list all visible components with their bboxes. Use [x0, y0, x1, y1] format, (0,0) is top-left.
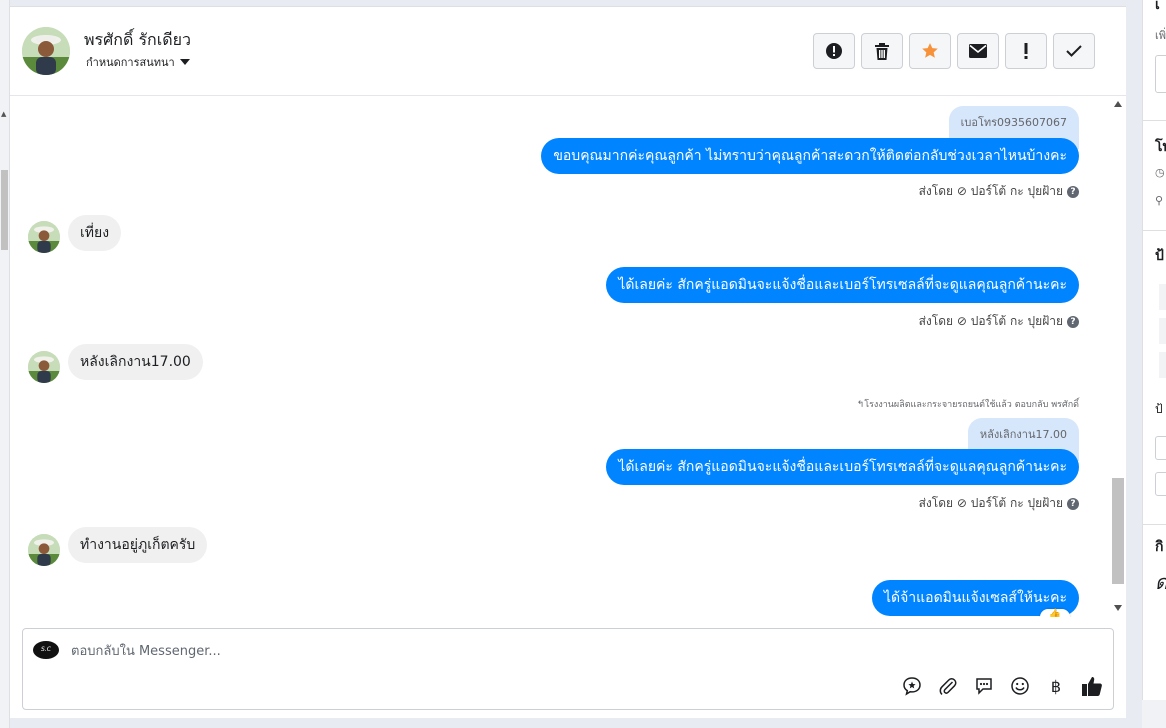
exclamation-icon: [1024, 43, 1028, 59]
star-icon: [922, 43, 938, 58]
scroll-up-icon[interactable]: ▲: [1, 110, 6, 118]
panel-section-title: กิ: [1155, 539, 1164, 555]
sent-by-text: ส่งโดย ⊘ ปอร์โต้ กะ ปุยฝ้าย: [918, 184, 1063, 198]
paperclip-icon: [939, 678, 957, 695]
outgoing-message[interactable]: ได้เลยค่ะ สักครู่แอดมินจะแจ้งชื่อและเบอร…: [606, 267, 1079, 303]
help-icon[interactable]: ?: [1067, 315, 1079, 328]
trash-icon: [875, 42, 889, 60]
saved-reply-icon: [903, 677, 921, 696]
message-list: เบอโทร0935607067 ขอบคุณมากค่ะคุณลูกค้า ไ…: [10, 97, 1110, 617]
reaction-thumbs-up-icon[interactable]: 👍: [1040, 609, 1070, 617]
panel-placeholder-row: [1159, 352, 1166, 378]
message-scrollbar[interactable]: [1110, 97, 1126, 617]
sent-by-label: ส่งโดย ⊘ ปอร์โต้ กะ ปุยฝ้าย ?: [919, 312, 1079, 331]
location-pin-icon: ⚲: [1155, 194, 1164, 207]
assign-conversation-dropdown[interactable]: กำหนดการสนทนา: [86, 53, 190, 71]
attach-file-button[interactable]: [937, 675, 959, 697]
emoji-icon: [1011, 677, 1029, 695]
payment-button[interactable]: ฿: [1045, 675, 1067, 697]
thumbs-up-icon: [1082, 677, 1102, 696]
help-icon[interactable]: ?: [1067, 497, 1079, 510]
panel-section-title: ป้: [1155, 248, 1164, 264]
incoming-message[interactable]: เที่ยง: [68, 215, 122, 251]
incoming-message[interactable]: ทำงานอยู่ภูเก็ตครับ: [68, 527, 208, 563]
envelope-icon: [969, 44, 987, 58]
chat-bubble-icon: [976, 678, 992, 695]
conversation-panel: พรศักดิ์ รักเดียว กำหนดการสนทนา เบอโทร09…: [10, 6, 1126, 718]
report-spam-button[interactable]: [813, 33, 855, 69]
panel-label: เพิ่: [1155, 29, 1166, 42]
contact-name: พรศักดิ์ รักเดียว: [84, 30, 191, 49]
panel-label: ป้: [1155, 402, 1163, 416]
composer-toolbar: ฿: [901, 675, 1103, 697]
star-button[interactable]: [909, 33, 951, 69]
sent-by-text: ส่งโดย ⊘ ปอร์โต้ กะ ปุยฝ้าย: [918, 496, 1063, 510]
sent-by-text: ส่งโดย ⊘ ปอร์โต้ กะ ปุยฝ้าย: [918, 314, 1063, 328]
like-button[interactable]: [1081, 675, 1103, 697]
scroll-down-arrow-icon[interactable]: [1114, 605, 1122, 611]
panel-placeholder-row: [1159, 318, 1166, 344]
emoji-button[interactable]: [1009, 675, 1031, 697]
panel-divider: [1143, 120, 1166, 121]
delete-button[interactable]: [861, 33, 903, 69]
contact-avatar-small: [28, 351, 60, 383]
conversation-toolbar: [813, 33, 1095, 69]
panel-divider: [1143, 230, 1166, 231]
mark-done-button[interactable]: [1053, 33, 1095, 69]
follow-up-button[interactable]: [1005, 33, 1047, 69]
panel-section-title: โท: [1155, 139, 1166, 155]
mark-unread-button[interactable]: [957, 33, 999, 69]
check-icon: [1066, 45, 1082, 57]
help-icon[interactable]: ?: [1067, 185, 1079, 198]
left-sidebar-strip: ▲: [0, 0, 10, 728]
reply-input[interactable]: [71, 641, 871, 661]
panel-section-title: เ: [1155, 0, 1160, 13]
outgoing-message[interactable]: ได้เลยค่ะ สักครู่แอดมินจะแจ้งชื่อและเบอร…: [606, 449, 1079, 485]
contact-avatar-small: [28, 534, 60, 566]
left-scrollbar-thumb[interactable]: [1, 170, 8, 250]
reply-composer: S.C ฿: [22, 628, 1114, 710]
assign-conversation-label: กำหนดการสนทนา: [86, 56, 175, 69]
conversation-header: พรศักดิ์ รักเดียว กำหนดการสนทนา: [10, 7, 1126, 96]
saved-replies-button[interactable]: [901, 675, 923, 697]
quick-reply-button[interactable]: [973, 675, 995, 697]
panel-input[interactable]: [1155, 472, 1166, 496]
caret-down-icon: [179, 59, 190, 65]
outgoing-message[interactable]: ขอบคุณมากค่ะคุณลูกค้า ไม่ทราบว่าคุณลูกค้…: [541, 138, 1079, 174]
contact-avatar-small: [28, 221, 60, 253]
scroll-up-arrow-icon[interactable]: [1114, 101, 1122, 107]
page-logo-icon: S.C: [33, 641, 59, 659]
clock-icon: ◷: [1155, 166, 1165, 179]
alert-circle-icon: [826, 43, 842, 59]
right-panel-scrollbar[interactable]: [1142, 700, 1166, 728]
reply-note: ↰โรงงานผลิตและกระจายรถยนต์ใช้แล้ว ตอบกลั…: [856, 400, 1079, 410]
panel-input[interactable]: [1155, 55, 1166, 93]
sent-by-label: ส่งโดย ⊘ ปอร์โต้ กะ ปุยฝ้าย ?: [919, 182, 1079, 201]
baht-icon: ฿: [1050, 676, 1062, 696]
panel-placeholder-row: [1159, 284, 1166, 310]
panel-input[interactable]: [1155, 436, 1166, 460]
contact-avatar[interactable]: [22, 27, 70, 75]
right-info-panel: เ เพิ่ โท ◷ ⚲ ป้ ป้ กิ ด: [1142, 0, 1166, 700]
sent-by-label: ส่งโดย ⊘ ปอร์โต้ กะ ปุยฝ้าย ?: [919, 494, 1079, 513]
incoming-message[interactable]: หลังเลิกงาน17.00: [68, 344, 203, 380]
scrollbar-thumb[interactable]: [1112, 478, 1124, 584]
panel-signature: ด: [1155, 566, 1166, 598]
panel-divider: [1143, 524, 1166, 525]
